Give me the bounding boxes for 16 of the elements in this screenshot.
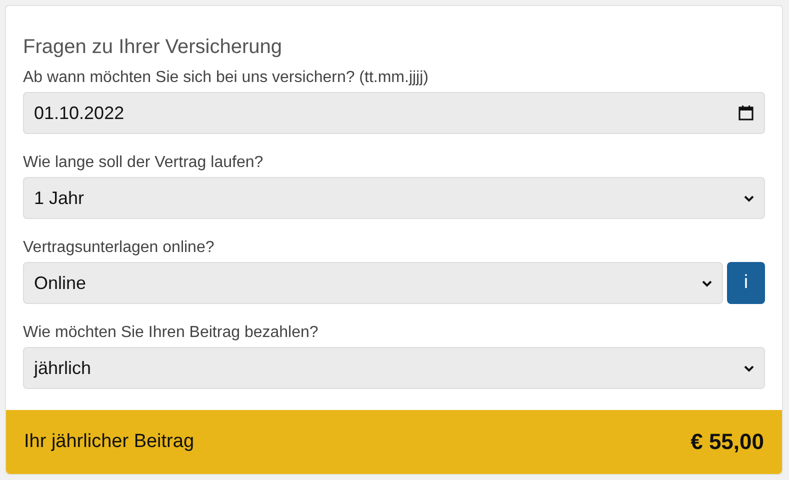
total-amount: € 55,00 — [690, 429, 764, 455]
form-title: Fragen zu Ihrer Versicherung — [23, 36, 284, 59]
select-field[interactable]: jährlich — [23, 347, 765, 389]
info-button[interactable]: i — [727, 262, 765, 304]
select-field[interactable]: Online — [23, 262, 723, 304]
total-label: Ihr jährlicher Beitrag — [24, 431, 194, 453]
date-field[interactable]: 01.10.2022 — [23, 92, 765, 134]
field-label: Wie lange soll der Vertrag laufen? — [23, 154, 264, 172]
field-label: Vertragsunterlagen online? — [23, 239, 216, 257]
chevron-down-icon — [744, 364, 754, 372]
calendar-icon — [738, 105, 754, 121]
chevron-down-icon — [744, 194, 754, 202]
chevron-down-icon — [702, 280, 712, 286]
field-label: Ab wann möchten Sie sich bei uns versichern? (tt.mm.jjjj) — [23, 69, 430, 87]
select-field[interactable]: 1 Jahr — [23, 177, 765, 219]
field-label: Wie möchten Sie Ihren Beitrag bezahlen? — [23, 324, 320, 342]
